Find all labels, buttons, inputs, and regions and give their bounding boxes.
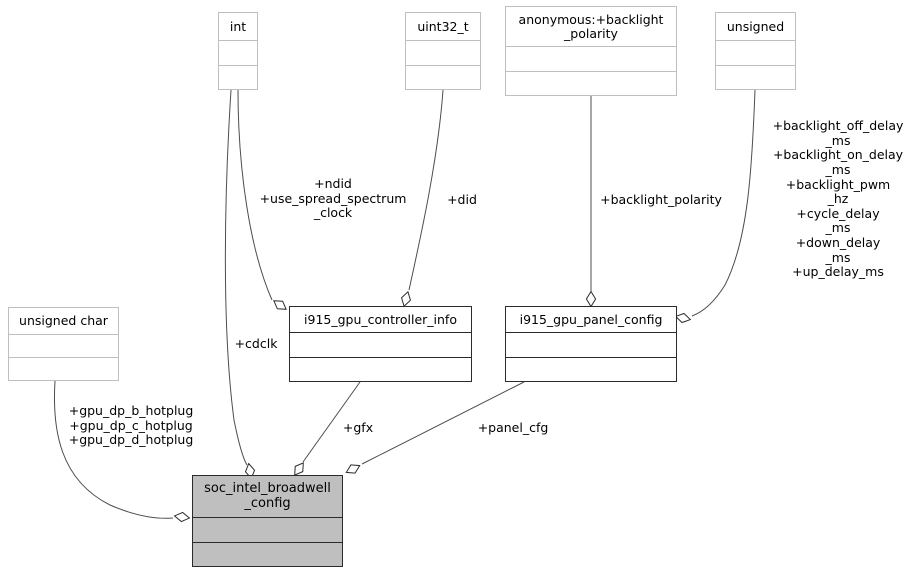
aggregation-diamond-uint32-to-controller [400,290,412,308]
class-node-soc_intel_broadwell_config[interactable]: soc_intel_broadwell _config [192,475,343,567]
edge-uint32-to-controller [408,89,444,291]
aggregation-diamond-unsigned-to-panel [674,312,692,324]
class-node-attributes-compartment [219,41,257,66]
aggregation-diamond-panel-to-config [345,464,361,474]
class-node-unsigned[interactable]: unsigned [715,12,796,90]
edge-cdclk-int-to-config [224,89,248,466]
class-node-title: soc_intel_broadwell _config [193,476,342,518]
class-node-attributes-compartment [716,41,795,66]
edge-label-int-to-controller: +ndid +use_spread_spectrum _clock [259,176,407,221]
edge-label-uchar-to-config: +gpu_dp_b_hotplug +gpu_dp_c_hotplug +gpu… [68,403,194,448]
class-node-anonymous_backlight_polarity[interactable]: anonymous:+backlight _polarity [505,6,677,96]
edge-label-uint32-to-controller: +did [447,192,477,207]
class-node-operations-compartment [506,72,676,96]
class-node-title: int [219,13,257,41]
edge-label-anon-to-panel: +backlight_polarity [600,192,722,207]
class-node-attributes-compartment [506,47,676,72]
class-node-operations-compartment [506,358,676,382]
edge-label-panel-to-config: +panel_cfg [477,420,549,435]
class-node-operations-compartment [716,66,795,90]
edge-uchar-to-config [54,380,174,519]
class-node-i915_gpu_controller_info[interactable]: i915_gpu_controller_info [289,306,472,382]
edge-label-unsigned-to-panel: +backlight_off_delay _ms +backlight_on_d… [772,118,904,280]
class-node-operations-compartment [219,66,257,90]
class-node-unsigned_char[interactable]: unsigned char [8,307,119,381]
class-node-attributes-compartment [193,518,342,543]
class-node-title: anonymous:+backlight _polarity [506,7,676,47]
class-node-uint32_t[interactable]: uint32_t [405,12,481,90]
aggregation-diamond-anon-to-panel [585,290,597,308]
class-node-title: i915_gpu_controller_info [290,307,471,333]
class-node-int[interactable]: int [218,12,258,90]
aggregation-diamond-uchar-to-config [173,511,191,523]
class-node-title: unsigned [716,13,795,41]
class-node-title: unsigned char [9,308,118,335]
class-node-title: i915_gpu_panel_config [506,307,676,333]
class-node-operations-compartment [406,66,480,90]
class-node-i915_gpu_panel_config[interactable]: i915_gpu_panel_config [505,306,677,382]
class-node-title: uint32_t [406,13,480,41]
edge-label-cdclk-int-to-config: +cdclk [234,336,278,351]
class-node-operations-compartment [193,543,342,567]
class-node-attributes-compartment [406,41,480,66]
class-node-attributes-compartment [290,333,471,358]
class-node-attributes-compartment [9,335,118,358]
aggregation-diamond-int-to-controller [273,300,287,310]
uml-diagram-canvas: int uint32_t anonymous:+backlight _polarit… [0,0,913,573]
class-node-operations-compartment [9,358,118,380]
edge-label-controller-to-config: +gfx [342,420,374,435]
class-node-attributes-compartment [506,333,676,358]
class-node-operations-compartment [290,358,471,382]
